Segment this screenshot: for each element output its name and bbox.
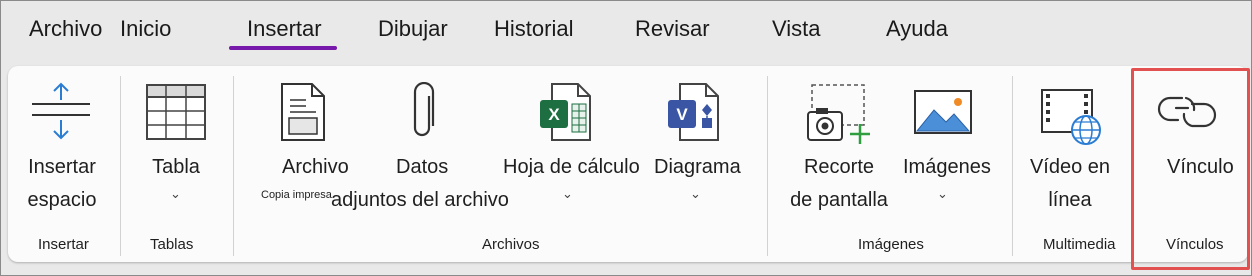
group-label-insert: Insertar: [38, 236, 89, 253]
file-attachment-sublabel: adjuntos del archivo: [331, 189, 509, 211]
svg-text:V: V: [676, 105, 688, 124]
group-label-files: Archivos: [482, 236, 540, 253]
highlight-box: [1131, 68, 1250, 270]
tab-revisar[interactable]: Revisar: [635, 16, 710, 42]
tab-vista[interactable]: Vista: [772, 16, 821, 42]
diagram-label: Diagrama: [654, 156, 741, 178]
active-tab-indicator: [229, 46, 337, 50]
online-video-label-line2: línea: [1048, 189, 1092, 211]
file-attachment-label: Datos: [396, 156, 449, 178]
chevron-down-icon[interactable]: ⌄: [690, 186, 701, 202]
chevron-down-icon[interactable]: ⌄: [170, 186, 181, 202]
tab-historial[interactable]: Historial: [494, 16, 573, 42]
table-label: Tabla: [152, 156, 200, 178]
image-icon: [914, 90, 972, 134]
excel-icon: X: [540, 83, 591, 141]
group-label-tables: Tablas: [150, 236, 194, 253]
tab-dibujar[interactable]: Dibujar: [378, 16, 448, 42]
svg-text:X: X: [548, 105, 560, 124]
screen-clipping-label-line1: Recorte: [803, 156, 875, 178]
group-separator: [233, 76, 234, 256]
group-separator: [1012, 76, 1013, 256]
images-label: Imágenes: [903, 156, 991, 178]
spreadsheet-label: Hoja de cálculo: [503, 156, 640, 178]
tab-insertar[interactable]: Insertar: [247, 16, 322, 42]
insert-space-label-line1: Insertar: [28, 156, 96, 178]
screen-clipping-label-line2: de pantalla: [790, 189, 888, 211]
group-separator: [767, 76, 768, 256]
table-icon: [146, 84, 206, 140]
insert-space-label-line2: espacio: [27, 189, 97, 211]
group-separator: [120, 76, 121, 256]
group-label-multimedia: Multimedia: [1043, 236, 1116, 253]
file-printout-icon: [281, 83, 325, 141]
screen-clipping-icon: [807, 84, 870, 144]
online-video-icon: [1041, 89, 1101, 145]
tab-inicio[interactable]: Inicio: [120, 16, 171, 42]
chevron-down-icon[interactable]: ⌄: [937, 186, 948, 202]
insert-space-icon: [32, 82, 90, 140]
tab-ayuda[interactable]: Ayuda: [886, 16, 948, 42]
group-label-images: Imágenes: [858, 236, 924, 253]
file-printout-label: Archivo: [282, 156, 349, 178]
visio-icon: V: [668, 83, 719, 141]
file-printout-sublabel: Copia impresa: [261, 189, 332, 201]
paperclip-icon: [413, 82, 435, 137]
tab-archivo[interactable]: Archivo: [29, 16, 102, 42]
chevron-down-icon[interactable]: ⌄: [562, 186, 573, 202]
online-video-label-line1: Vídeo en: [1029, 156, 1111, 178]
